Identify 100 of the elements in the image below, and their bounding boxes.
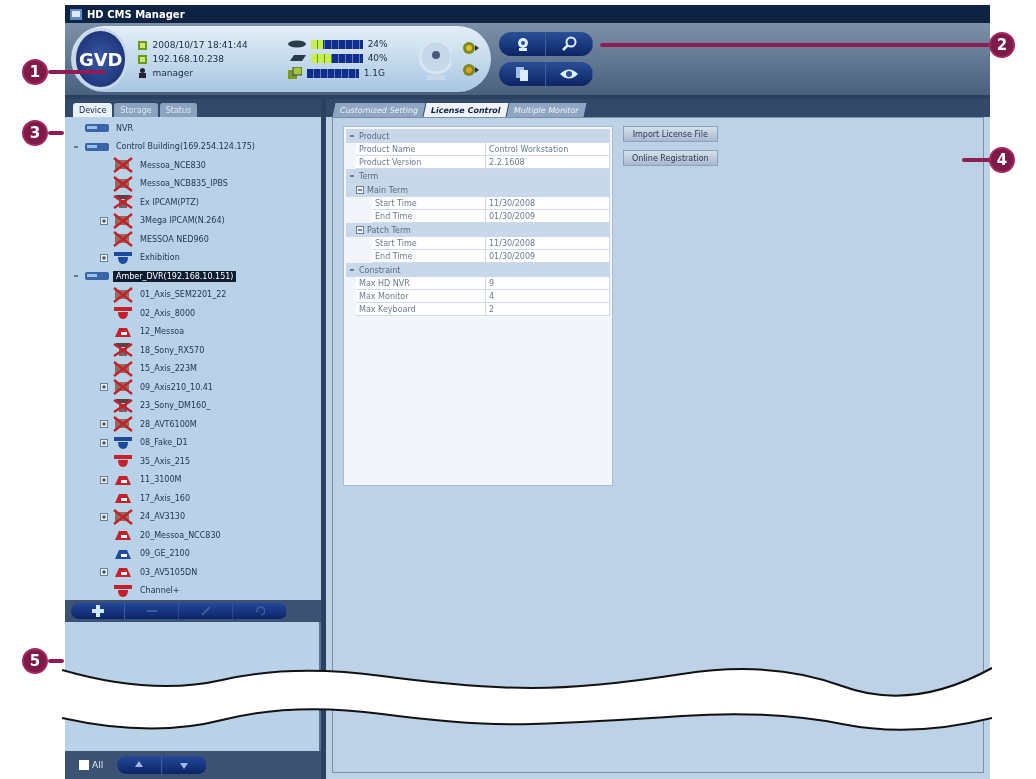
ip-address: 192.168.10.238 (152, 54, 225, 64)
tree-item[interactable]: 12_Messoa (137, 326, 188, 338)
recorder-icon (85, 123, 109, 134)
collapse-icon[interactable] (356, 186, 364, 194)
tree-item[interactable]: 35_Axis_215 (137, 455, 194, 467)
crossed-camera-icon (113, 360, 133, 377)
tree-item[interactable]: 09_Axis210_10.41 (137, 381, 216, 393)
callout-number: 4 (989, 147, 1015, 173)
user-icon (138, 68, 148, 78)
expand-icon[interactable] (100, 438, 108, 447)
callout-number: 2 (989, 32, 1015, 58)
license-button[interactable]: Import License File (623, 126, 718, 142)
tree-item[interactable]: Exhibition (137, 252, 183, 264)
expand-icon[interactable] (100, 216, 108, 225)
usage-reading: 40% (367, 53, 388, 63)
license-button[interactable]: Online Registration (623, 150, 718, 166)
down-arrow-icon (180, 761, 189, 769)
collapse-icon[interactable] (356, 226, 364, 234)
tree-item[interactable]: 09_GE_2100 (137, 548, 193, 560)
tree-item[interactable]: 11_3100M (137, 474, 185, 486)
recorder-icon (85, 271, 109, 282)
tree-item[interactable]: 17_Axis_160 (137, 492, 194, 504)
window-title: HD CMS Manager (87, 8, 185, 20)
settings-tab[interactable]: License Control (423, 103, 509, 117)
date-time: 2008/10/17 18:41:44 (152, 40, 248, 50)
expand-icon[interactable] (100, 420, 108, 429)
box-camera-icon (113, 529, 133, 542)
crossed-ptz-camera-icon (113, 342, 133, 359)
box-camera-icon (113, 547, 133, 560)
tree-item[interactable]: Amber_DVR(192.168.10.151) (113, 270, 237, 282)
expand-icon[interactable] (100, 512, 108, 521)
tree-item[interactable]: MESSOA NED960 (137, 233, 212, 245)
property-name: Max Keyboard (356, 303, 486, 316)
undo-icon (254, 606, 265, 616)
expand-icon[interactable] (100, 383, 108, 392)
dome-camera-icon (113, 250, 133, 265)
usage-meter (306, 68, 359, 78)
tree-item[interactable]: 20_Messoa_NCC830 (137, 529, 224, 541)
dome-camera-icon (113, 306, 133, 321)
tree-item[interactable]: Messoa_NCB835_IPBS (137, 178, 231, 190)
pencil-icon (200, 606, 211, 616)
checkbox-label: All (92, 760, 104, 770)
network-icon (287, 54, 306, 62)
tree-item[interactable]: 24_AV3130 (137, 511, 188, 523)
eye-icon (559, 68, 579, 80)
section-title: Constraint (359, 265, 401, 275)
tree-item[interactable]: Channel+ (137, 585, 183, 597)
section-title: Term (359, 171, 379, 181)
leader-line (48, 70, 106, 74)
leader-line (962, 158, 992, 162)
box-camera-icon (113, 473, 133, 486)
expand-icon[interactable] (100, 475, 108, 484)
dome-camera-icon (113, 435, 133, 450)
box-camera-icon (113, 325, 133, 338)
user-name: manager (152, 68, 193, 78)
leader-line (48, 659, 64, 663)
crossed-camera-icon (113, 379, 133, 396)
crossed-ptz-camera-icon (113, 194, 133, 211)
disk-icon (287, 40, 306, 48)
panel-tab[interactable]: Device (73, 103, 113, 117)
section-title: Main Term (367, 185, 409, 195)
tree-item[interactable]: 02_Axis_8000 (137, 307, 199, 319)
crossed-ptz-camera-icon (113, 397, 133, 414)
tree-item[interactable]: 08_Fake_D1 (137, 437, 191, 449)
tree-item[interactable]: 28_AVT6100M (137, 418, 200, 430)
logo: GVD (73, 28, 129, 90)
section-title: Patch Term (367, 225, 411, 235)
expand-icon[interactable] (100, 253, 108, 262)
callout-number: 3 (22, 120, 48, 146)
crossed-camera-icon (113, 212, 133, 229)
leader-line (48, 131, 64, 135)
callout-number: 1 (22, 59, 48, 85)
crossed-camera-icon (113, 286, 133, 303)
expand-icon[interactable] (100, 568, 108, 577)
tree-item[interactable]: NVR (113, 122, 136, 134)
crossed-camera-icon (113, 416, 133, 433)
callout-number: 5 (22, 648, 48, 674)
memory-icon (287, 67, 302, 79)
tree-item[interactable]: 03_AV5105DN (137, 566, 201, 578)
collapse-icon[interactable] (348, 172, 356, 180)
crossed-camera-icon (113, 508, 133, 525)
recorder-icon (85, 141, 109, 152)
collapse-icon[interactable] (348, 266, 356, 274)
tree-item[interactable]: 3Mega IPCAM(N.264) (137, 215, 228, 227)
usage-reading: 1.1G (363, 68, 385, 78)
minus-icon (146, 609, 157, 613)
tree-item[interactable]: Control Building(169.254.124.175) (113, 141, 258, 153)
tree-item[interactable]: 01_Axis_SEM2201_22 (137, 289, 230, 301)
crossed-camera-icon (113, 175, 133, 192)
tree-item[interactable]: Ex IPCAM(PTZ) (137, 196, 202, 208)
collapse-icon[interactable] (348, 132, 356, 140)
tree-item[interactable]: 15_Axis_223M (137, 363, 200, 375)
tree-item[interactable]: 23_Sony_DM160_ (137, 400, 214, 412)
copy-icon (515, 66, 529, 82)
checkbox[interactable] (79, 760, 89, 770)
box-camera-icon (113, 492, 133, 505)
tree-item[interactable]: Messoa_NCE830 (137, 159, 209, 171)
section-title: Product (359, 131, 390, 141)
dome-camera-icon (113, 454, 133, 469)
tree-item[interactable]: 18_Sony_RX570 (137, 344, 208, 356)
